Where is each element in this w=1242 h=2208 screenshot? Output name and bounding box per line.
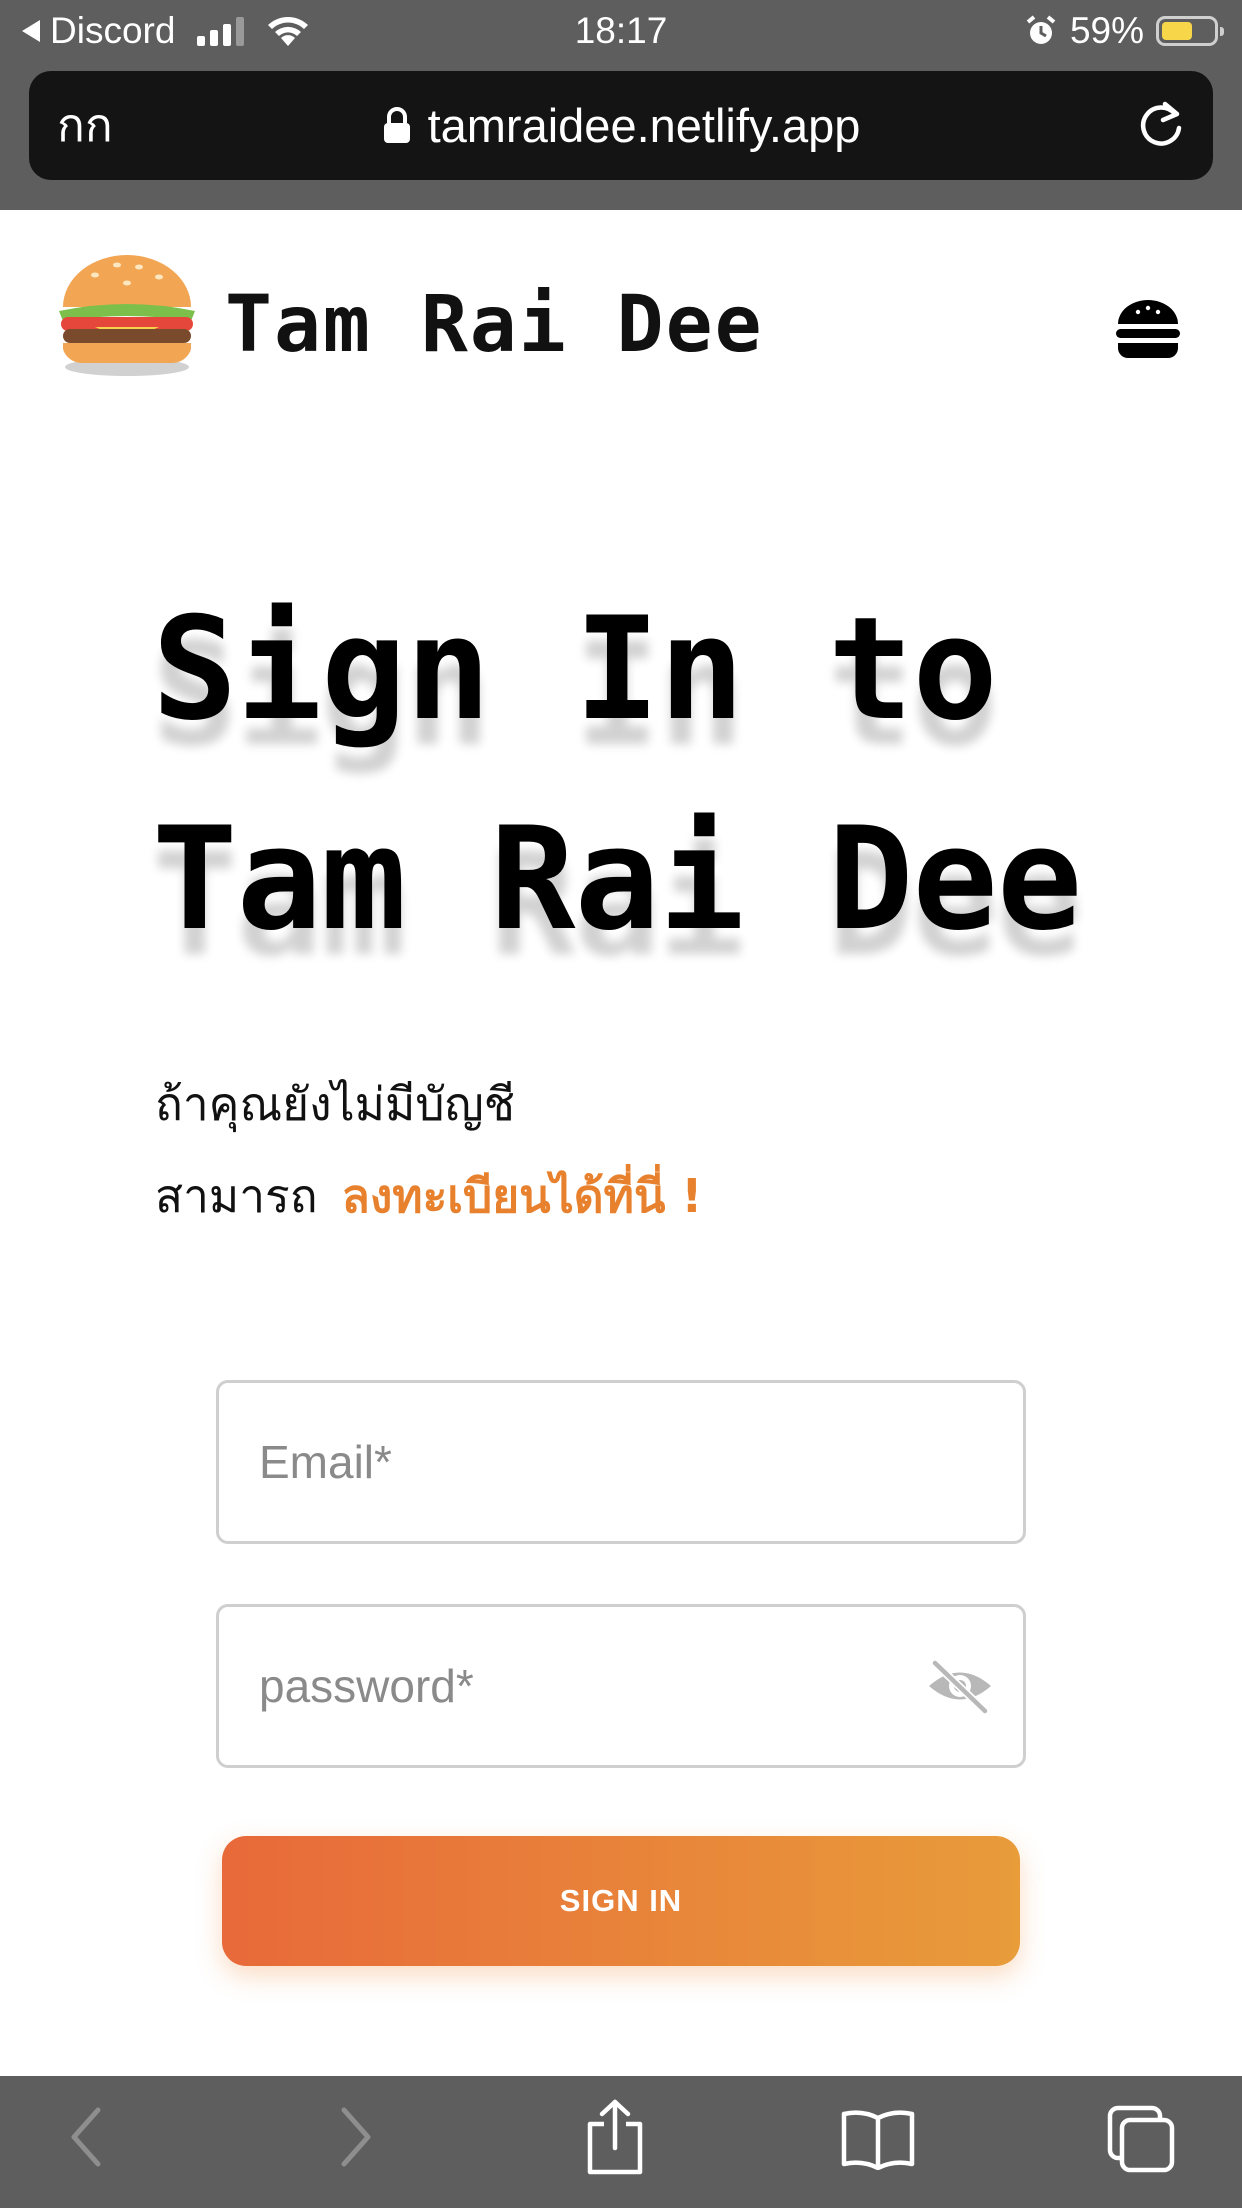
reload-icon[interactable] bbox=[1135, 100, 1187, 152]
email-field[interactable] bbox=[216, 1380, 1026, 1544]
tabs-icon[interactable] bbox=[1106, 2104, 1178, 2174]
burger-logo-icon[interactable] bbox=[55, 245, 200, 380]
heading-line-1: Sign In to bbox=[152, 587, 998, 752]
battery-percent: 59% bbox=[1069, 10, 1144, 51]
register-text-line1: ถ้าคุณยังไม่มีบัญชี bbox=[155, 1077, 515, 1131]
sign-in-button[interactable]: SIGN IN bbox=[222, 1836, 1020, 1966]
password-input[interactable] bbox=[259, 1607, 899, 1765]
eye-off-icon[interactable] bbox=[925, 1657, 995, 1715]
site-title[interactable]: Tam Rai Dee bbox=[225, 280, 764, 370]
lock-icon bbox=[383, 106, 410, 143]
bookmarks-icon[interactable] bbox=[840, 2108, 916, 2170]
password-field[interactable] bbox=[216, 1604, 1026, 1768]
share-icon[interactable] bbox=[584, 2098, 646, 2176]
register-link[interactable]: ลงทะเบียนได้ที่นี่ ! bbox=[342, 1169, 703, 1223]
url-display[interactable]: tamraidee.netlify.app bbox=[29, 71, 1213, 180]
status-bar: Discord 18:17 59% กก tamraidee.netlify.a… bbox=[0, 0, 1242, 210]
back-icon[interactable] bbox=[66, 2104, 106, 2170]
register-prompt: ถ้าคุณยังไม่มีบัญชี สามารถ ลงทะเบียนได้ที… bbox=[155, 1058, 702, 1242]
battery-level bbox=[1162, 22, 1192, 40]
alarm-icon bbox=[1026, 15, 1056, 44]
register-text-prefix: สามารถ bbox=[155, 1169, 318, 1223]
url-text: tamraidee.netlify.app bbox=[427, 99, 861, 152]
burger-menu-icon[interactable] bbox=[1114, 298, 1182, 362]
address-bar[interactable]: กก tamraidee.netlify.app bbox=[29, 71, 1213, 180]
heading-line-2: Tam Rai Dee bbox=[152, 797, 1082, 962]
status-right: 59% bbox=[1024, 6, 1224, 56]
battery-icon bbox=[1156, 16, 1224, 46]
page-heading: Sign In to Tam Rai Dee bbox=[152, 565, 1152, 985]
forward-icon[interactable] bbox=[336, 2104, 376, 2170]
browser-toolbar bbox=[0, 2076, 1242, 2208]
email-input[interactable] bbox=[259, 1383, 899, 1541]
site-header: Tam Rai Dee bbox=[0, 210, 1242, 460]
